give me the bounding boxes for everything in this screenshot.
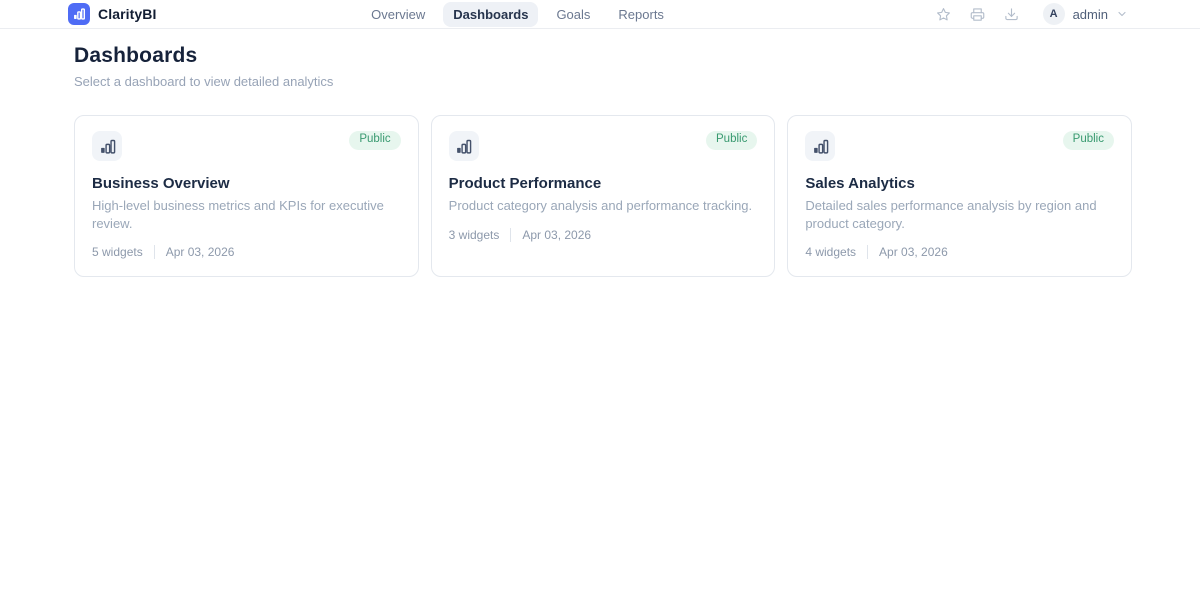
page-title: Dashboards bbox=[74, 44, 1132, 68]
card-description: Detailed sales performance analysis by r… bbox=[805, 197, 1114, 232]
star-icon[interactable] bbox=[935, 5, 953, 23]
bar-chart-icon bbox=[449, 131, 479, 161]
widget-count: 4 widgets bbox=[805, 245, 856, 259]
card-description: Product category analysis and performanc… bbox=[449, 197, 758, 215]
footer-divider bbox=[867, 245, 868, 259]
dashboard-card-sales-analytics[interactable]: Public Sales Analytics Detailed sales pe… bbox=[787, 115, 1132, 277]
card-date: Apr 03, 2026 bbox=[522, 228, 591, 242]
nav-item-overview[interactable]: Overview bbox=[361, 2, 435, 27]
nav-item-dashboards[interactable]: Dashboards bbox=[443, 2, 538, 27]
card-date: Apr 03, 2026 bbox=[166, 245, 235, 259]
main-nav: Overview Dashboards Goals Reports bbox=[361, 2, 674, 27]
dashboard-card-business-overview[interactable]: Public Business Overview High-level busi… bbox=[74, 115, 419, 277]
user-name: admin bbox=[1073, 7, 1108, 22]
bar-chart-icon bbox=[805, 131, 835, 161]
card-title: Product Performance bbox=[449, 175, 758, 192]
dashboard-card-grid: Public Business Overview High-level busi… bbox=[74, 115, 1132, 277]
nav-item-reports[interactable]: Reports bbox=[608, 2, 674, 27]
card-description: High-level business metrics and KPIs for… bbox=[92, 197, 401, 232]
card-footer: 5 widgets Apr 03, 2026 bbox=[92, 245, 401, 259]
brand-name: ClarityBI bbox=[98, 6, 156, 22]
download-icon[interactable] bbox=[1003, 5, 1021, 23]
app-logo-bar-chart-icon bbox=[68, 3, 90, 25]
visibility-badge: Public bbox=[706, 131, 757, 150]
nav-item-goals[interactable]: Goals bbox=[546, 2, 600, 27]
page-content: Dashboards Select a dashboard to view de… bbox=[0, 29, 1200, 277]
avatar: A bbox=[1043, 3, 1065, 25]
dashboard-card-product-performance[interactable]: Public Product Performance Product categ… bbox=[431, 115, 776, 277]
header-actions bbox=[935, 5, 1021, 23]
card-title: Sales Analytics bbox=[805, 175, 1114, 192]
card-footer: 4 widgets Apr 03, 2026 bbox=[805, 245, 1114, 259]
card-top: Public bbox=[805, 131, 1114, 161]
card-title: Business Overview bbox=[92, 175, 401, 192]
card-footer: 3 widgets Apr 03, 2026 bbox=[449, 228, 758, 242]
printer-icon[interactable] bbox=[969, 5, 987, 23]
widget-count: 3 widgets bbox=[449, 228, 500, 242]
page-subtitle: Select a dashboard to view detailed anal… bbox=[74, 74, 1132, 89]
top-header: ClarityBI Overview Dashboards Goals Repo… bbox=[0, 0, 1200, 29]
brand[interactable]: ClarityBI bbox=[68, 3, 156, 25]
visibility-badge: Public bbox=[1063, 131, 1114, 150]
card-date: Apr 03, 2026 bbox=[879, 245, 948, 259]
visibility-badge: Public bbox=[349, 131, 400, 150]
card-top: Public bbox=[449, 131, 758, 161]
footer-divider bbox=[154, 245, 155, 259]
chevron-down-icon bbox=[1116, 8, 1128, 20]
widget-count: 5 widgets bbox=[92, 245, 143, 259]
bar-chart-icon bbox=[92, 131, 122, 161]
footer-divider bbox=[510, 228, 511, 242]
user-menu[interactable]: A admin bbox=[1043, 3, 1128, 25]
card-top: Public bbox=[92, 131, 401, 161]
